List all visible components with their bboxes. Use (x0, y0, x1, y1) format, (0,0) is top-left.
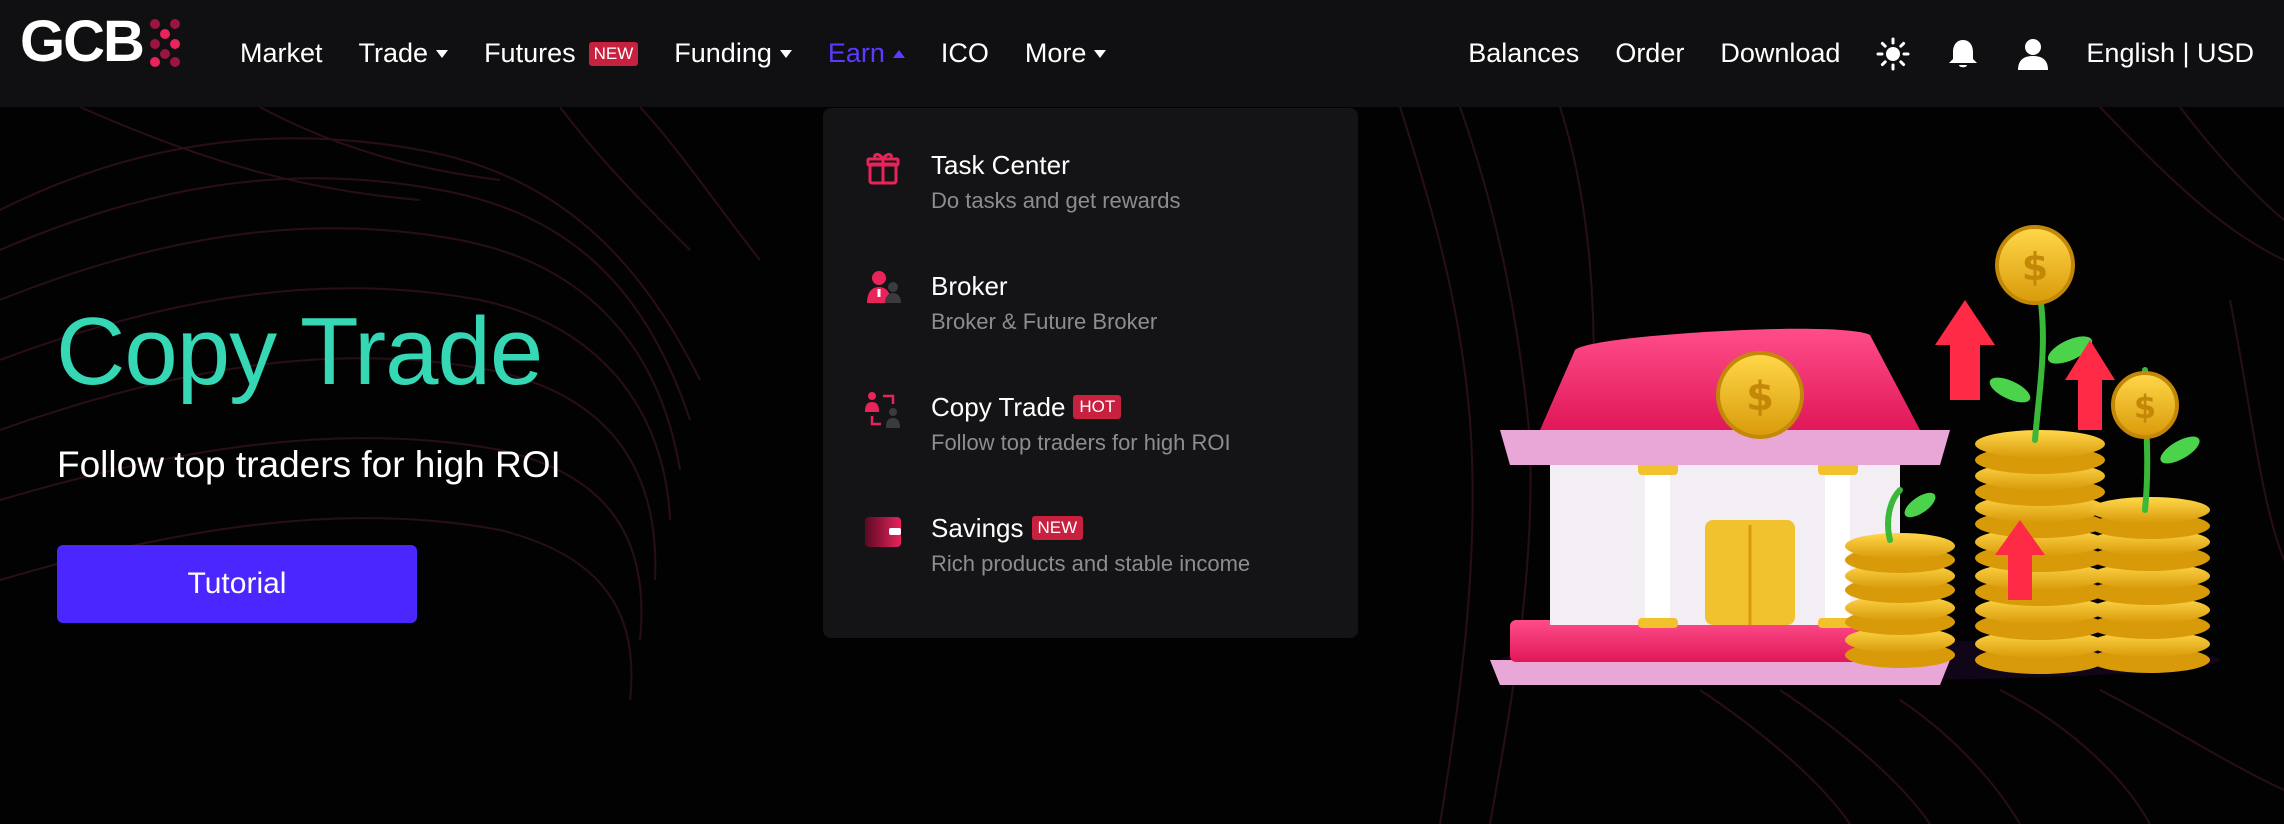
language-currency-selector[interactable]: English | USD (2086, 38, 2254, 69)
nav-ico[interactable]: ICO (941, 38, 989, 69)
dropdown-item-desc: Rich products and stable income (931, 551, 1251, 576)
dropdown-item-desc: Follow top traders for high ROI (931, 430, 1231, 455)
new-badge: NEW (1031, 516, 1084, 540)
copy-trade-icon (865, 392, 900, 428)
hero-title: Copy Trade (56, 298, 543, 405)
dropdown-item-broker[interactable]: Broker Broker & Future Broker (823, 269, 1358, 390)
logo[interactable]: GCB (20, 9, 185, 74)
nav-label: Futures (484, 38, 576, 68)
order-link[interactable]: Order (1615, 38, 1684, 69)
bank-coins-illustration: $ $ $ (1490, 225, 2220, 685)
balances-link[interactable]: Balances (1468, 38, 1579, 69)
nav-label: Trade (358, 38, 429, 68)
nav-label: ICO (940, 38, 989, 68)
dropdown-item-savings[interactable]: Savings NEW Rich products and stable inc… (823, 511, 1358, 632)
broker-icon (867, 271, 901, 303)
dropdown-item-title: Savings NEW (931, 511, 1250, 545)
page: GCB Market Trade Futures NEW Funding Ear… (0, 0, 2284, 824)
nav-label: Funding (674, 38, 772, 68)
logo-mark-icon (149, 19, 180, 67)
download-link[interactable]: Download (1720, 38, 1840, 69)
dropdown-item-title: Task Center (931, 150, 1070, 180)
nav-trade[interactable]: Trade (359, 38, 449, 69)
dropdown-item-title: Copy Trade HOT (931, 390, 1231, 424)
dropdown-item-task-center[interactable]: Task Center Do tasks and get rewards (823, 148, 1358, 269)
chevron-up-icon (892, 49, 905, 58)
dropdown-item-desc: Do tasks and get rewards (931, 188, 1181, 213)
gift-icon (866, 152, 900, 185)
sun-icon[interactable] (1876, 37, 1910, 71)
svg-text:$: $ (2134, 388, 2156, 426)
top-nav: GCB Market Trade Futures NEW Funding Ear… (0, 0, 2284, 107)
nav-label: Earn (827, 38, 885, 68)
chevron-down-icon (1094, 49, 1107, 58)
user-icon[interactable] (2016, 37, 2050, 71)
logo-text: GCB (20, 9, 145, 74)
right-nav: Balances Order Download English | USD (1432, 0, 2254, 107)
main-nav: Market Trade Futures NEW Funding Earn IC… (240, 0, 1142, 107)
nav-label: More (1024, 38, 1087, 68)
dropdown-item-copy-trade[interactable]: Copy Trade HOT Follow top traders for hi… (823, 390, 1358, 511)
nav-market[interactable]: Market (240, 38, 323, 69)
dropdown-item-title: Broker (931, 271, 1008, 301)
nav-futures[interactable]: Futures NEW (484, 38, 639, 69)
nav-label: Market (240, 38, 323, 68)
earn-dropdown: Task Center Do tasks and get rewards Bro… (823, 108, 1358, 638)
nav-more[interactable]: More (1025, 38, 1107, 69)
hot-badge: HOT (1073, 395, 1122, 419)
nav-funding[interactable]: Funding (674, 38, 792, 69)
new-badge: NEW (588, 41, 639, 66)
svg-text:$: $ (1746, 374, 1774, 420)
svg-text:$: $ (2022, 245, 2048, 289)
bell-icon[interactable] (1946, 37, 1980, 71)
dropdown-item-desc: Broker & Future Broker (931, 309, 1158, 334)
chevron-down-icon (779, 49, 792, 58)
hero-subtitle: Follow top traders for high ROI (57, 444, 561, 485)
chevron-down-icon (436, 49, 449, 58)
tutorial-button[interactable]: Tutorial (57, 545, 417, 623)
savings-icon (865, 517, 901, 547)
nav-earn[interactable]: Earn (828, 38, 905, 69)
